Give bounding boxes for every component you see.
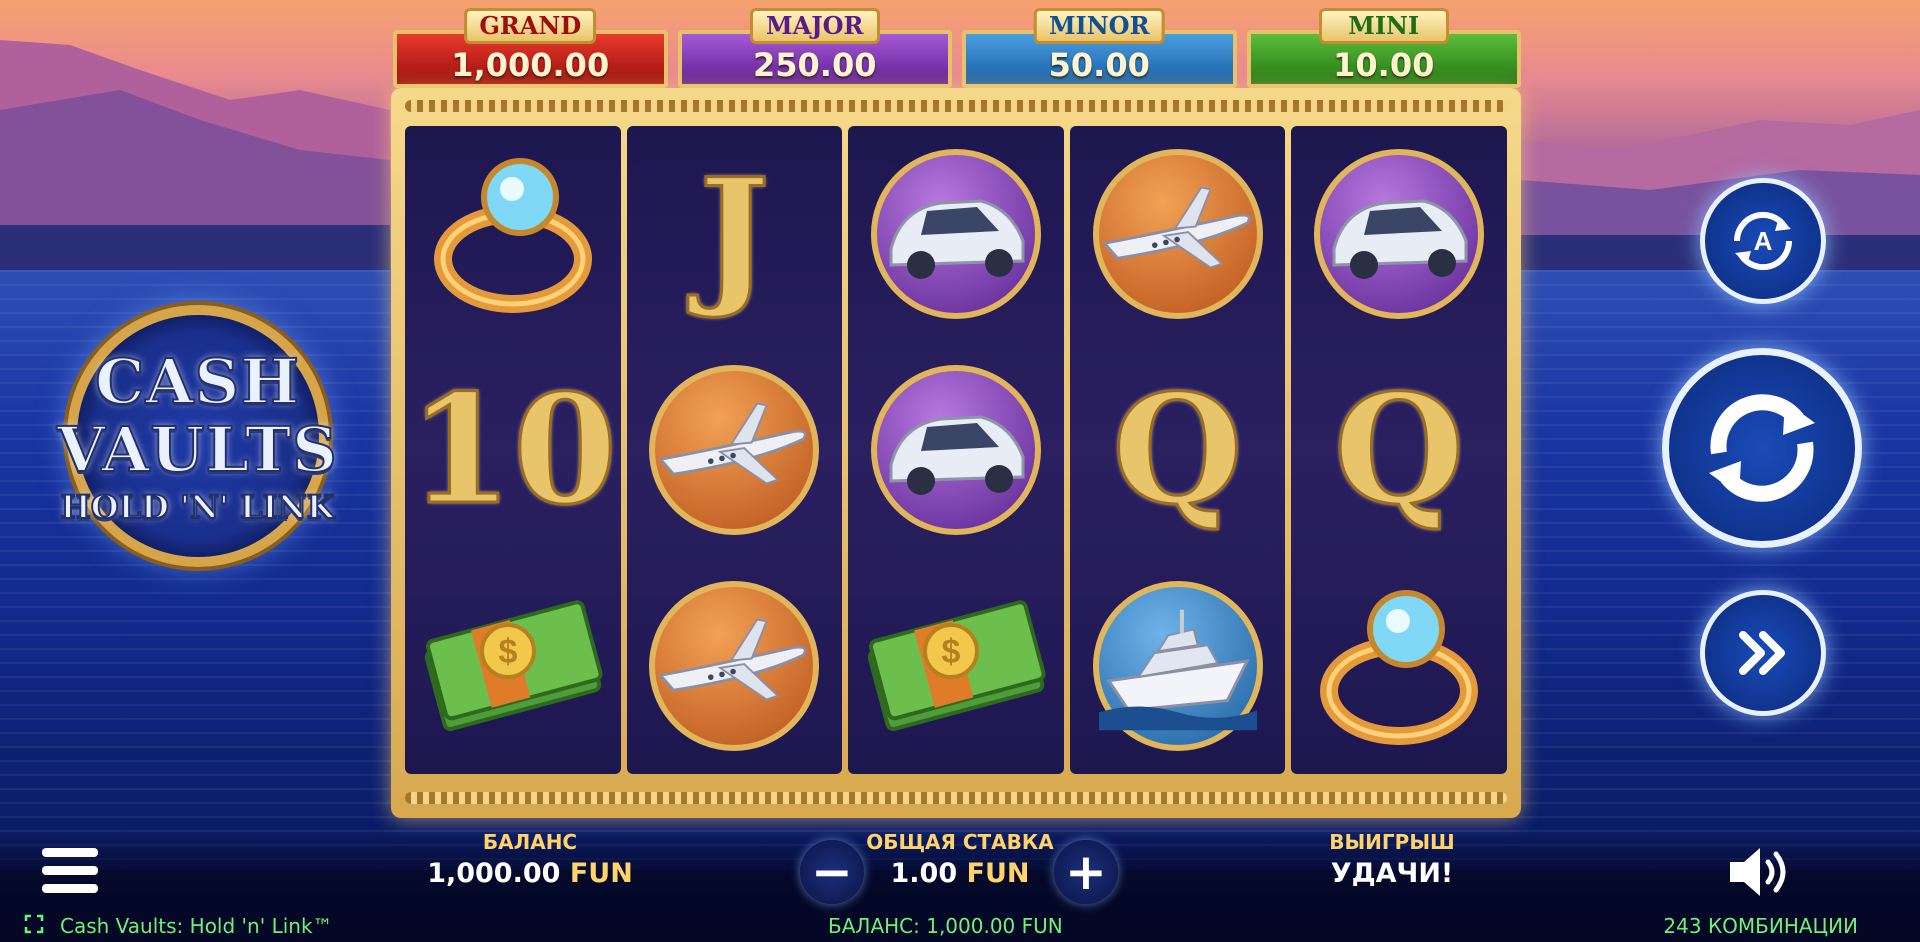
bet-value: 1.00 FUN (860, 858, 1060, 889)
speaker-icon (1730, 848, 1786, 896)
jackpot-label: MINOR (1033, 8, 1165, 44)
hamburger-menu-icon (42, 848, 98, 893)
fullscreen-icon (24, 914, 44, 934)
footer-balance: БАЛАНС: 1,000.00 FUN (828, 914, 1063, 938)
fullscreen-button[interactable] (24, 914, 44, 934)
reel-2: J (626, 126, 843, 774)
fast-forward-icon (1739, 631, 1785, 675)
jet-symbol (1083, 139, 1273, 329)
win-label: ВЫИГРЫШ (1329, 830, 1455, 854)
balance-label: БАЛАНС (482, 830, 578, 854)
reels: 10 $ J $ Q Q (405, 126, 1507, 774)
bet-decrease-button[interactable]: − (800, 840, 864, 904)
footer-ways: 243 КОМБИНАЦИИ (1663, 914, 1858, 938)
cash-symbol: $ (861, 571, 1051, 761)
game-logo: CASH VAULTS HOLD 'N' LINK (55, 305, 340, 575)
bet-currency: FUN (966, 858, 1030, 889)
symbol-glyph: Q (1332, 362, 1466, 538)
footer-game-title: Cash Vaults: Hold 'n' Link™ (60, 914, 333, 938)
bet-amount: 1.00 (890, 858, 958, 889)
symbol-glyph: J (697, 146, 771, 322)
jackpot-label: GRAND (464, 8, 597, 44)
jackpot-major: MAJOR 250.00 (677, 8, 952, 88)
jet-symbol (639, 355, 829, 545)
car-symbol (1304, 139, 1494, 329)
car-symbol (861, 139, 1051, 329)
bet-label: ОБЩАЯ СТАВКА (866, 830, 1054, 854)
logo-line-3: HOLD 'N' LINK (59, 487, 335, 527)
spin-button[interactable] (1662, 348, 1862, 548)
svg-text:$: $ (942, 633, 961, 671)
svg-text:$: $ (498, 633, 517, 671)
svg-text:A: A (1754, 226, 1773, 256)
autoplay-button[interactable]: A (1700, 178, 1826, 304)
balance-currency: FUN (569, 858, 633, 889)
letter-symbol: Q (1083, 355, 1273, 545)
logo-line-1: CASH (94, 344, 300, 419)
car-symbol (861, 355, 1051, 545)
win-message: УДАЧИ! (1330, 858, 1454, 889)
menu-button[interactable] (38, 842, 102, 900)
jet-symbol (639, 571, 829, 761)
jackpot-label: MAJOR (749, 8, 880, 44)
letter-symbol: J (639, 139, 829, 329)
reel-frame: 10 $ J $ Q Q (391, 88, 1521, 818)
bet-increase-button[interactable]: + (1054, 840, 1118, 904)
sound-button[interactable] (1724, 842, 1794, 902)
frame-rope-bottom (405, 792, 1507, 804)
symbol-glyph: Q (1111, 362, 1245, 538)
letter-symbol: Q (1304, 355, 1494, 545)
symbol-glyph: 10 (407, 362, 619, 538)
reel-1: 10 $ (405, 126, 621, 774)
logo-line-2: VAULTS (56, 412, 338, 487)
balance-amount: 1,000.00 (427, 858, 561, 889)
reel-5: Q (1291, 126, 1507, 774)
balance-value: 1,000.00 FUN (415, 858, 645, 889)
turbo-button[interactable] (1700, 590, 1826, 716)
autoplay-icon: A (1733, 211, 1793, 271)
reel-3: $ (848, 126, 1064, 774)
cash-symbol: $ (418, 571, 608, 761)
jackpot-bar: GRAND 1,000.00 MAJOR 250.00 MINOR 50.00 … (393, 8, 1521, 88)
jackpot-label: MINI (1318, 8, 1449, 44)
ring-symbol (1304, 571, 1494, 761)
jackpot-minor: MINOR 50.00 (962, 8, 1237, 88)
ring-symbol (418, 139, 608, 329)
yacht-symbol (1083, 571, 1273, 761)
jackpot-mini: MINI 10.00 (1246, 8, 1521, 88)
jackpot-grand: GRAND 1,000.00 (393, 8, 668, 88)
frame-rope-top (405, 100, 1507, 112)
letter-symbol: 10 (407, 355, 619, 545)
spin-icon (1709, 394, 1815, 502)
reel-4: Q (1069, 126, 1286, 774)
